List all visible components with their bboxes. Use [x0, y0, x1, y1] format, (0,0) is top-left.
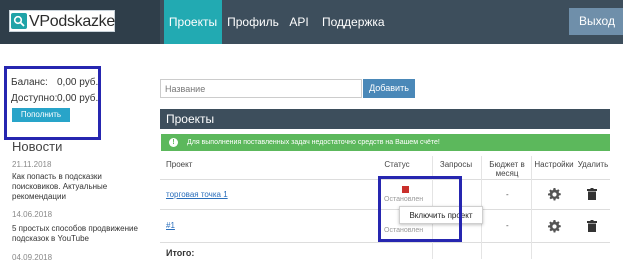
logout-button[interactable]: Выход — [569, 8, 623, 35]
alert-text: Для выполнения поставленных задач недост… — [187, 139, 440, 146]
budget-value: - — [506, 190, 509, 199]
search-icon — [11, 13, 27, 29]
news-title: Новости — [12, 139, 63, 154]
news-date: 04.09.2018 — [12, 253, 53, 262]
col-status: Статус — [384, 160, 410, 169]
col-requests: Запросы — [439, 160, 473, 169]
highlight-box-status — [378, 176, 462, 242]
highlight-box-balance — [4, 66, 101, 140]
top-navbar: VPodskazke Проекты Профиль API Поддержка… — [0, 0, 623, 44]
project-link[interactable]: #1 — [166, 221, 175, 230]
col-project: Проект — [166, 160, 193, 169]
logo-area: VPodskazke — [0, 0, 160, 44]
nav-support[interactable]: Поддержка — [322, 0, 385, 44]
nav-projects[interactable]: Проекты — [164, 0, 222, 44]
nav-api[interactable]: API — [286, 0, 312, 44]
col-budget: Бюджет в месяц — [489, 160, 525, 178]
col-settings: Настройки — [534, 160, 574, 169]
news-link[interactable]: Как попасть в подсказки поисковиков. Акт… — [12, 172, 142, 202]
gear-icon[interactable] — [548, 188, 561, 201]
project-name-input[interactable] — [160, 79, 362, 98]
trash-icon[interactable] — [587, 220, 597, 232]
insufficient-funds-alert: ! Для выполнения поставленных задач недо… — [161, 134, 610, 151]
logo-text: VPodskazke — [29, 13, 115, 30]
project-link[interactable]: торговая точка 1 — [166, 190, 228, 199]
col-delete: Удалить — [577, 160, 609, 169]
budget-value: - — [506, 221, 509, 230]
news-date: 14.06.2018 — [12, 210, 53, 219]
info-icon: ! — [169, 138, 178, 147]
news-date: 21.11.2018 — [12, 160, 52, 169]
gear-icon[interactable] — [548, 220, 561, 233]
add-project-button[interactable]: Добавить — [363, 79, 415, 98]
projects-panel-title: Проекты — [160, 109, 610, 129]
table-divider — [160, 242, 610, 243]
nav-profile[interactable]: Профиль — [226, 0, 280, 44]
total-label: Итого: — [166, 248, 195, 258]
trash-icon[interactable] — [587, 188, 597, 200]
logo[interactable]: VPodskazke — [9, 10, 115, 32]
news-link[interactable]: 5 простых способов продвижение подсказок… — [12, 224, 142, 244]
table-col-divider — [531, 156, 532, 259]
